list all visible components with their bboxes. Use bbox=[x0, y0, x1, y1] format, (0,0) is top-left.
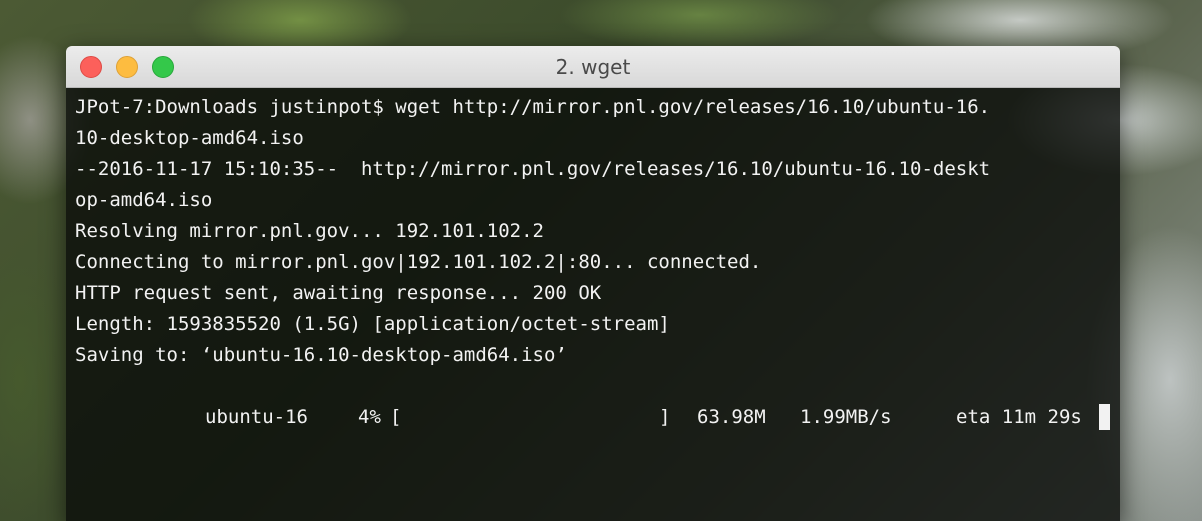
progress-rate: 1.99MB/s bbox=[800, 406, 892, 428]
terminal-line-command: JPot-7:Downloads justinpot$ wget http://… bbox=[75, 96, 991, 118]
window-title: 2. wget bbox=[555, 55, 631, 79]
progress-eta: eta 11m 29s bbox=[956, 406, 1082, 428]
progress-bar-close: ] bbox=[659, 406, 671, 428]
terminal-window[interactable]: 2. wget JPot-7:Downloads justinpot$ wget… bbox=[66, 46, 1120, 521]
terminal-cursor bbox=[1099, 404, 1110, 430]
terminal-line-command-wrap: 10-desktop-amd64.iso bbox=[75, 127, 304, 149]
terminal-line-http-status: HTTP request sent, awaiting response... … bbox=[75, 282, 602, 304]
terminal-line-timestamp-wrap: op-amd64.iso bbox=[75, 189, 213, 211]
terminal-line-connecting: Connecting to mirror.pnl.gov|192.101.102… bbox=[75, 251, 762, 273]
progress-bar-open: [ bbox=[390, 406, 402, 428]
title-bar[interactable]: 2. wget bbox=[66, 46, 1120, 88]
progress-filename: ubuntu-16 bbox=[205, 406, 308, 428]
terminal-line-timestamp: --2016-11-17 15:10:35-- http://mirror.pn… bbox=[75, 158, 991, 180]
terminal-output[interactable]: JPot-7:Downloads justinpot$ wget http://… bbox=[66, 88, 1120, 521]
progress-percent: 4% bbox=[358, 406, 381, 428]
progress-downloaded: 63.98M bbox=[697, 406, 766, 428]
download-progress-line: ubuntu-16 4% [ ] 63.98M 1.99MB/s eta 11m… bbox=[75, 402, 1120, 433]
terminal-line-saving: Saving to: ‘ubuntu-16.10-desktop-amd64.i… bbox=[75, 344, 567, 366]
desktop-background: 2. wget JPot-7:Downloads justinpot$ wget… bbox=[0, 0, 1202, 521]
terminal-line-resolving: Resolving mirror.pnl.gov... 192.101.102.… bbox=[75, 220, 544, 242]
terminal-line-length: Length: 1593835520 (1.5G) [application/o… bbox=[75, 313, 670, 335]
